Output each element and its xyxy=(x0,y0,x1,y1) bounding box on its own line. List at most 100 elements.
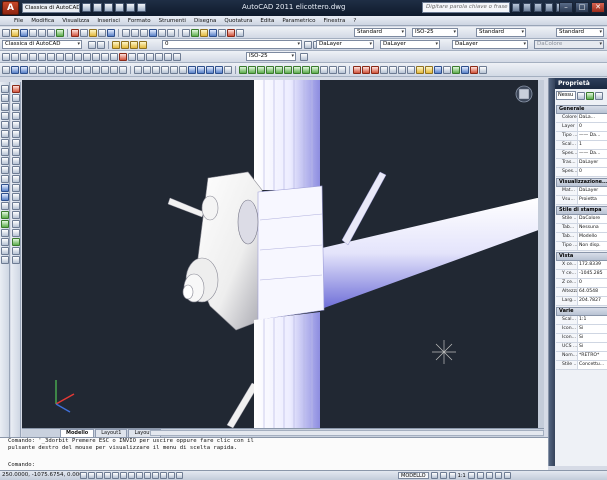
z-axis-ucs-icon[interactable] xyxy=(74,65,82,74)
break-icon[interactable] xyxy=(11,193,20,201)
property-value[interactable]: Non disp. xyxy=(578,242,607,250)
pan-icon[interactable] xyxy=(140,28,148,37)
plot-preview-icon[interactable] xyxy=(38,28,46,37)
sphere-icon[interactable] xyxy=(248,65,256,74)
lightbulb-icon[interactable] xyxy=(130,40,138,49)
property-row[interactable]: Icon... Sì xyxy=(556,325,607,334)
command-input[interactable]: Comando: xyxy=(8,462,35,469)
drawing-viewport[interactable] xyxy=(22,80,544,428)
apply-ucs-icon[interactable] xyxy=(119,65,127,74)
object-ucs-icon[interactable] xyxy=(47,65,55,74)
circle-icon[interactable] xyxy=(0,139,9,147)
x-rotate-icon[interactable] xyxy=(92,65,100,74)
sweep-icon[interactable] xyxy=(320,65,328,74)
open-icon[interactable] xyxy=(11,28,19,37)
palette-side-strip[interactable] xyxy=(549,78,555,466)
workspace-settings-icon[interactable] xyxy=(97,40,105,49)
save-icon[interactable] xyxy=(20,28,28,37)
transparency-icon[interactable] xyxy=(160,472,167,479)
sun-icon[interactable] xyxy=(139,40,147,49)
quick-dim-icon[interactable] xyxy=(74,52,82,61)
revolve-icon[interactable] xyxy=(311,65,319,74)
workspace-switch-icon[interactable] xyxy=(476,472,484,479)
ellipse-arc-icon[interactable] xyxy=(0,175,9,183)
cylinder-icon[interactable] xyxy=(257,65,265,74)
property-row[interactable]: Y ce... -1045.285 xyxy=(556,270,607,279)
intersect-icon[interactable] xyxy=(371,65,379,74)
property-row[interactable]: Z ce... 0 xyxy=(556,279,607,288)
extend-icon[interactable] xyxy=(11,175,20,183)
property-value[interactable]: —— Da... xyxy=(578,150,607,158)
lineweight-select[interactable]: DaLayer xyxy=(452,40,528,49)
front-view-icon[interactable] xyxy=(170,65,178,74)
chamfer-icon[interactable] xyxy=(11,211,20,219)
polyline-icon[interactable] xyxy=(0,103,9,111)
help-icon[interactable] xyxy=(236,28,244,37)
save-icon[interactable] xyxy=(104,3,113,12)
property-value[interactable]: 0 xyxy=(578,123,607,131)
y-rotate-icon[interactable] xyxy=(101,65,109,74)
radius-icon[interactable] xyxy=(38,52,46,61)
property-row[interactable]: Tab... Nessuna xyxy=(556,224,607,233)
properties-section-header[interactable]: Varie xyxy=(556,307,607,316)
gradient-icon[interactable] xyxy=(0,220,9,228)
dyn-icon[interactable] xyxy=(144,472,151,479)
search-input[interactable]: Digitare parola chiave o frase xyxy=(422,2,510,13)
add-selected-icon[interactable] xyxy=(0,256,9,264)
property-value[interactable]: DaLa... xyxy=(578,114,607,122)
property-row[interactable]: Nom... *RETRO* xyxy=(556,352,607,361)
menu-disegna[interactable]: Disegna xyxy=(190,18,220,24)
dim-update-icon[interactable] xyxy=(173,52,181,61)
property-row[interactable]: Spes... 0 xyxy=(556,168,607,177)
menu-finestra[interactable]: Finestra xyxy=(320,18,350,24)
property-value[interactable]: DaLayer xyxy=(578,187,607,195)
property-row[interactable]: Scal... 1 xyxy=(556,141,607,150)
plot-icon[interactable] xyxy=(137,3,146,12)
property-row[interactable]: Tipo ... Non disp. xyxy=(556,242,607,251)
otrack-icon[interactable] xyxy=(128,472,135,479)
hatch-icon[interactable] xyxy=(0,211,9,219)
3d-rotate-icon[interactable] xyxy=(398,65,406,74)
baseline-icon[interactable] xyxy=(83,52,91,61)
break-at-point-icon[interactable] xyxy=(11,184,20,192)
plot-icon[interactable] xyxy=(29,28,37,37)
rotate-icon[interactable] xyxy=(11,139,20,147)
fillet-icon[interactable] xyxy=(11,220,20,228)
polygon-icon[interactable] xyxy=(0,112,9,120)
ellipse-icon[interactable] xyxy=(0,166,9,174)
application-menu-button[interactable]: A xyxy=(2,1,19,15)
property-row[interactable]: Stile ... DaColore xyxy=(556,215,607,224)
property-row[interactable]: Tipo ... —— Da... xyxy=(556,132,607,141)
mtext-icon[interactable] xyxy=(0,247,9,255)
model-space-button[interactable]: MODELLO xyxy=(398,472,429,479)
tolerance-icon[interactable] xyxy=(119,52,127,61)
visual-style-icon[interactable] xyxy=(443,65,451,74)
property-value[interactable]: —— Da... xyxy=(578,132,607,140)
right-view-icon[interactable] xyxy=(161,65,169,74)
origin-ucs-icon[interactable] xyxy=(65,65,73,74)
dim-break-icon[interactable] xyxy=(110,52,118,61)
properties-section-header[interactable]: Stile di stampa xyxy=(556,206,607,215)
subtract-icon[interactable] xyxy=(362,65,370,74)
lock-icon[interactable] xyxy=(485,472,493,479)
match-properties-icon[interactable] xyxy=(98,28,106,37)
maximize-button[interactable]: □ xyxy=(575,2,589,13)
ordinate-icon[interactable] xyxy=(29,52,37,61)
property-row[interactable]: Mat... DaLayer xyxy=(556,187,607,196)
property-value[interactable]: Proietta xyxy=(578,196,607,204)
angular-icon[interactable] xyxy=(65,52,73,61)
grid-icon[interactable] xyxy=(88,472,95,479)
linear-dim-icon[interactable] xyxy=(2,52,10,61)
property-value[interactable]: 1 xyxy=(578,141,607,149)
lights-icon[interactable] xyxy=(425,65,433,74)
globe-icon[interactable] xyxy=(461,65,469,74)
undo-icon[interactable] xyxy=(115,3,124,12)
property-row[interactable]: Vsu... Proietta xyxy=(556,196,607,205)
clean-screen-icon[interactable] xyxy=(503,472,511,479)
zoom-previous-icon[interactable] xyxy=(167,28,175,37)
workspace-select[interactable]: Classica di AutoCAD xyxy=(22,3,80,13)
property-value[interactable]: 172.8339 xyxy=(578,261,607,269)
bottom-view-icon[interactable] xyxy=(143,65,151,74)
vertical-scrollbar[interactable] xyxy=(538,80,544,428)
array-icon[interactable] xyxy=(11,121,20,129)
